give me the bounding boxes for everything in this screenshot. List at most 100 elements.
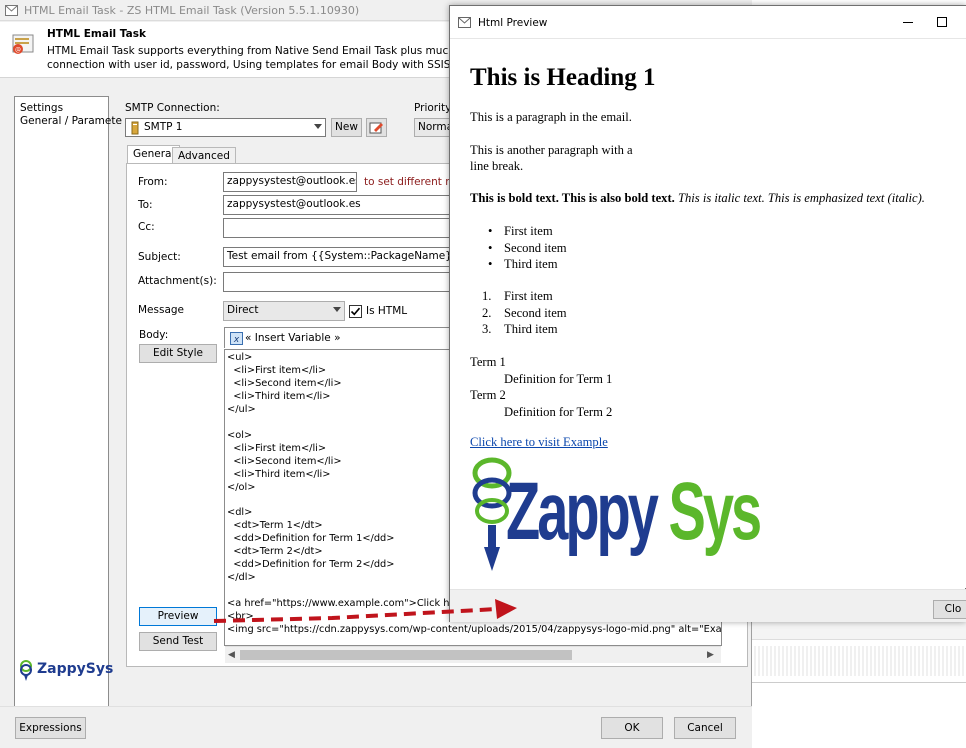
attachments-label: Attachment(s):: [138, 275, 217, 287]
header-description: HTML Email Task supports everything from…: [47, 44, 452, 72]
preview-title-bar: Html Preview: [450, 6, 966, 38]
preview-footer: Clo: [450, 589, 966, 622]
body-horizontal-scrollbar[interactable]: ◀ ▶: [225, 646, 721, 663]
preview-italic-text: This is italic text. This is emphasized …: [674, 191, 925, 205]
insert-variable-toolbar: x « Insert Variable »: [224, 327, 484, 348]
definition-term: Term 1: [470, 355, 506, 369]
preview-unordered-list: • First item • Second item • Third item: [488, 223, 567, 273]
svg-text:x: x: [233, 335, 240, 345]
header-title: HTML Email Task: [47, 28, 146, 40]
connection-icon: [131, 121, 139, 135]
preview-link[interactable]: Click here to visit Example: [470, 435, 608, 450]
edit-style-button[interactable]: Edit Style: [139, 344, 217, 363]
message-type-select[interactable]: Direct: [223, 301, 345, 321]
insert-variable-button[interactable]: x « Insert Variable »: [228, 330, 341, 346]
to-input[interactable]: zappysystest@outlook.es: [223, 195, 451, 215]
list-item: • Second item: [488, 240, 567, 255]
maximize-icon: [937, 17, 947, 27]
preview-emphasis-paragraph: This is bold text. This is also bold tex…: [470, 191, 925, 206]
window-title: HTML Email Task - ZS HTML Email Task (Ve…: [24, 4, 360, 17]
app-icon: [5, 5, 18, 16]
preview-paragraph-2-line1: This is another paragraph with a: [470, 143, 633, 157]
attachments-input[interactable]: [223, 272, 451, 292]
scroll-left-icon[interactable]: ◀: [228, 650, 235, 660]
header-description-line2: connection with user id, password, Using…: [47, 59, 452, 71]
nav-item-settings[interactable]: Settings: [20, 102, 63, 114]
scroll-right-icon[interactable]: ▶: [707, 650, 714, 660]
close-preview-button[interactable]: Clo: [933, 600, 966, 619]
is-html-label: Is HTML: [366, 305, 408, 317]
list-item-text: First item: [504, 224, 553, 238]
header-description-line1: HTML Email Task supports everything from…: [47, 45, 452, 57]
dashed-arrow-line: [213, 607, 498, 623]
zappysys-large-logo-text: Zappy: [506, 465, 659, 557]
to-label: To:: [138, 199, 153, 211]
edit-connection-button[interactable]: [366, 118, 387, 137]
tab-advanced[interactable]: Advanced: [172, 147, 236, 164]
preview-heading: This is Heading 1: [470, 64, 656, 91]
zappysys-logo-text: ZappySys: [37, 661, 114, 677]
preview-button[interactable]: Preview: [139, 607, 217, 626]
preview-ordered-list: 1. First item 2. Second item 3. Third item: [482, 288, 567, 338]
smtp-connection-label: SMTP Connection:: [125, 102, 220, 114]
is-html-checkbox[interactable]: [349, 305, 362, 318]
minimize-icon: [903, 22, 913, 23]
background-window: [752, 622, 966, 748]
new-connection-button[interactable]: New: [331, 118, 362, 137]
list-item-text: Third item: [504, 322, 558, 336]
send-test-button[interactable]: Send Test: [139, 632, 217, 651]
preview-arrow-annotation: [213, 599, 517, 623]
subject-input[interactable]: Test email from {{System::PackageName}}: [223, 247, 451, 267]
svg-text:@: @: [15, 47, 21, 54]
list-item-number: 3.: [482, 322, 492, 336]
arrow-head-icon: [495, 599, 517, 619]
email-task-icon: @: [12, 34, 34, 54]
body-label: Body:: [139, 329, 169, 341]
scrollbar-thumb[interactable]: [240, 650, 572, 660]
definition-term: Term 2: [470, 388, 506, 402]
expressions-button[interactable]: Expressions: [15, 717, 86, 739]
maximize-button[interactable]: [932, 12, 952, 32]
zappysys-large-logo-text: Zappy Sys: [506, 465, 762, 557]
subject-label: Subject:: [138, 251, 181, 263]
edit-icon: [369, 122, 383, 134]
priority-select[interactable]: Norma: [414, 118, 450, 137]
minimize-button[interactable]: [898, 12, 918, 32]
message-type-value: Direct: [227, 304, 259, 316]
list-item-text: First item: [504, 289, 553, 303]
preview-paragraph-2-line2: line break.: [470, 159, 524, 173]
list-item: 1. First item: [482, 288, 567, 305]
preview-bold-text: This is bold text. This is also bold tex…: [470, 191, 675, 205]
preview-paragraph-1: This is a paragraph in the email.: [470, 110, 632, 124]
definition-description: Definition for Term 2: [504, 404, 613, 419]
cc-input[interactable]: [223, 218, 451, 238]
list-item: 2. Second item: [482, 305, 567, 322]
preview-window-title: Html Preview: [478, 17, 548, 29]
definition-description: Definition for Term 1: [504, 371, 613, 386]
ok-button[interactable]: OK: [601, 717, 663, 739]
preview-logo-image: Zappy Sys: [470, 453, 762, 583]
chevron-down-icon: [333, 307, 341, 312]
checkmark-icon: [350, 307, 361, 316]
variable-icon: x: [230, 332, 243, 345]
zappysys-logo: ZappySys: [18, 658, 113, 685]
list-item-text: Second item: [504, 240, 567, 255]
list-item: 3. Third item: [482, 321, 567, 338]
settings-nav: Settings General / Paramete: [14, 96, 122, 708]
from-label: From:: [138, 176, 168, 188]
nav-item-general-parameters[interactable]: General / Paramete: [20, 115, 122, 127]
list-item-number: 2.: [482, 305, 492, 320]
list-item: • Third item: [488, 257, 558, 271]
preview-content: This is Heading 1 This is a paragraph in…: [450, 38, 966, 588]
list-item-text: Third item: [504, 257, 558, 271]
from-input[interactable]: zappysystest@outlook.es: [223, 172, 357, 192]
smtp-connection-select[interactable]: SMTP 1: [125, 118, 326, 137]
html-preview-window: Html Preview This is Heading 1 This is a…: [449, 5, 966, 622]
preview-window-icon: [458, 17, 471, 28]
preview-definition-list: Term 1 Definition for Term 1 Term 2 Defi…: [470, 354, 612, 420]
cc-label: Cc:: [138, 221, 155, 233]
list-item-text: Second item: [504, 305, 567, 320]
insert-variable-label: « Insert Variable »: [245, 332, 341, 344]
cancel-button[interactable]: Cancel: [674, 717, 736, 739]
smtp-connection-value: SMTP 1: [144, 121, 183, 133]
